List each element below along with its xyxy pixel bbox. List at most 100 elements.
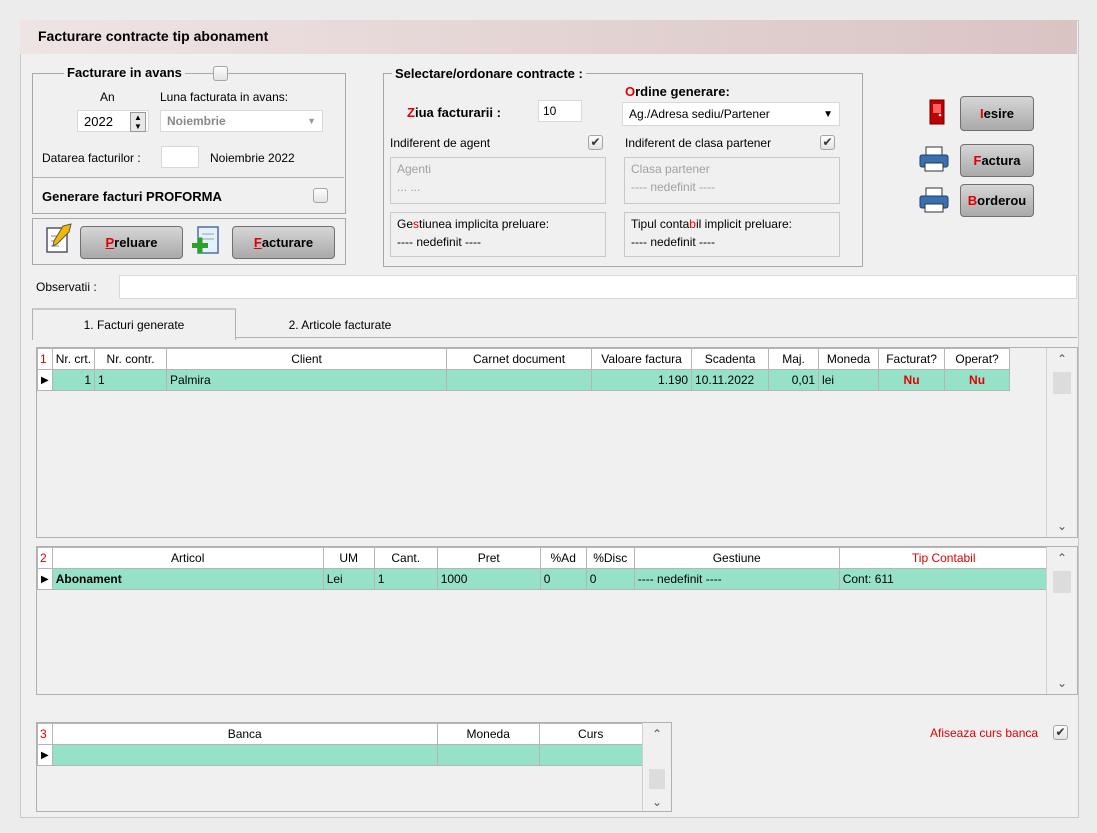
column-header[interactable]: Cant. (373, 547, 438, 569)
exit-door-icon[interactable] (925, 97, 949, 127)
column-header[interactable]: Valoare factura (591, 348, 693, 370)
cell[interactable]: Nu (944, 369, 1011, 391)
preluare-button[interactable]: Preluare (80, 226, 183, 259)
column-header[interactable]: Curs (538, 723, 643, 745)
cell[interactable] (446, 369, 593, 391)
luna-select[interactable]: Noiembrie ▼ (160, 110, 323, 132)
scroll-down-icon[interactable]: ⌄ (643, 795, 671, 809)
tab-articole-facturate[interactable]: 2. Articole facturate (240, 312, 440, 338)
cell[interactable]: 1 (51, 369, 96, 391)
tip-contabil-field[interactable]: Tipul contabil implicit preluare: ---- n… (624, 212, 840, 257)
ordine-label: Ordine generare: (625, 84, 730, 99)
column-header[interactable]: Tip Contabil (838, 547, 1049, 569)
luna-label: Luna facturata in avans: (160, 90, 289, 104)
selectare-group-label: Selectare/ordonare contracte : (392, 66, 586, 81)
an-spinner[interactable]: 2022 ▲ ▼ (77, 110, 149, 132)
scroll-thumb[interactable] (1053, 372, 1071, 394)
row-pointer-icon: ▶ (37, 568, 53, 590)
cell[interactable]: 1.190 (591, 369, 693, 391)
avans-checkbox[interactable] (213, 66, 228, 81)
iesire-button[interactable]: Iesire (960, 96, 1034, 131)
cell[interactable]: 1 (373, 568, 438, 590)
datarea-field[interactable] (161, 146, 199, 168)
cell[interactable]: Abonament (51, 568, 324, 590)
scroll-down-icon[interactable]: ⌄ (1047, 676, 1077, 690)
facturi-table: 1 Nr. crt. Nr. contr. Client Carnet docu… (37, 348, 1011, 391)
column-header[interactable]: %Ad (539, 547, 587, 569)
cell[interactable]: Nu (878, 369, 946, 391)
cell[interactable]: lei (818, 369, 880, 391)
column-header[interactable]: Moneda (436, 723, 540, 745)
cell[interactable]: ---- nedefinit ---- (633, 568, 840, 590)
gestiune-value: ---- nedefinit ---- (397, 235, 482, 249)
indif-clasa-label: Indiferent de clasa partener (625, 136, 772, 150)
table-row[interactable]: ▶ 1 1 Palmira 1.190 10.11.2022 0,01 lei … (37, 369, 1011, 391)
cell[interactable]: 0 (585, 568, 635, 590)
column-header[interactable]: Facturat? (878, 348, 946, 370)
cell[interactable]: 10.11.2022 (691, 369, 770, 391)
cell[interactable]: Cont: 611 (838, 568, 1049, 590)
column-header[interactable]: Nr. contr. (94, 348, 168, 370)
column-header[interactable]: Client (166, 348, 448, 370)
spinner-arrows-icon[interactable]: ▲ ▼ (130, 112, 146, 132)
gestiune-label: Gestiunea implicita preluare: (397, 217, 549, 231)
table-row[interactable]: ▶ Abonament Lei 1 1000 0 0 ---- nedefini… (37, 568, 1049, 590)
cell[interactable] (538, 744, 643, 766)
gestiune-field[interactable]: Gestiunea implicita preluare: ---- nedef… (390, 212, 606, 257)
factura-button[interactable]: Factura (960, 144, 1034, 177)
column-header[interactable]: UM (322, 547, 375, 569)
indif-agent-checkbox[interactable]: ✔ (588, 135, 603, 150)
cell[interactable]: 0,01 (768, 369, 820, 391)
cell[interactable]: Palmira (166, 369, 448, 391)
cell[interactable]: 0 (539, 568, 587, 590)
observatii-input[interactable] (119, 275, 1077, 299)
tab-facturi-generate[interactable]: 1. Facturi generate (32, 308, 236, 340)
column-header[interactable]: Maj. (768, 348, 820, 370)
cell[interactable]: 1000 (436, 568, 541, 590)
ordine-select[interactable]: Ag./Adresa sediu/Partener ▼ (622, 102, 840, 126)
cell[interactable] (51, 744, 438, 766)
printer-icon[interactable] (917, 185, 951, 215)
banca-table: 3 Banca Moneda Curs ▶ (37, 723, 643, 766)
cell[interactable] (436, 744, 540, 766)
vertical-scrollbar[interactable]: ⌃ ⌄ (1046, 547, 1077, 694)
iesire-label: esire (983, 106, 1014, 121)
table-row[interactable]: ▶ (37, 744, 643, 766)
column-header[interactable]: Gestiune (633, 547, 840, 569)
column-header[interactable]: Scadenta (691, 348, 770, 370)
new-document-icon[interactable] (190, 224, 224, 260)
chevron-down-icon: ▼ (823, 108, 833, 120)
cell[interactable]: 1 (94, 369, 168, 391)
proforma-checkbox[interactable] (313, 188, 328, 203)
scroll-up-icon[interactable]: ⌃ (1047, 551, 1077, 565)
scroll-thumb[interactable] (649, 769, 665, 789)
borderou-hotkey: B (967, 193, 978, 208)
clasa-field[interactable]: Clasa partener ---- nedefinit ---- (624, 157, 840, 204)
column-header[interactable]: %Disc (585, 547, 635, 569)
afiseaza-checkbox[interactable]: ✔ (1053, 725, 1068, 740)
column-header[interactable]: Pret (436, 547, 541, 569)
scroll-thumb[interactable] (1053, 571, 1071, 593)
scroll-up-icon[interactable]: ⌃ (643, 727, 671, 741)
column-header[interactable]: Nr. crt. (51, 348, 96, 370)
ziua-input[interactable]: 10 (538, 100, 582, 122)
cell[interactable]: Lei (322, 568, 375, 590)
facturare-button[interactable]: Facturare (232, 226, 335, 259)
vertical-scrollbar[interactable]: ⌃ ⌄ (642, 723, 671, 811)
edit-note-icon[interactable] (41, 222, 75, 256)
borderou-button[interactable]: Borderou (960, 184, 1034, 217)
datarea-label: Datarea facturilor : (42, 151, 141, 165)
column-header[interactable]: Articol (51, 547, 324, 569)
column-header[interactable]: Banca (51, 723, 438, 745)
divider (33, 177, 344, 178)
scroll-up-icon[interactable]: ⌃ (1047, 352, 1077, 366)
indif-clasa-checkbox[interactable]: ✔ (820, 135, 835, 150)
vertical-scrollbar[interactable]: ⌃ ⌄ (1046, 348, 1077, 537)
column-header[interactable]: Carnet document (446, 348, 593, 370)
column-header[interactable]: Operat? (944, 348, 1011, 370)
printer-icon[interactable] (917, 144, 951, 174)
column-header[interactable]: Moneda (818, 348, 880, 370)
table-header: 1 Nr. crt. Nr. contr. Client Carnet docu… (37, 348, 1011, 370)
scroll-down-icon[interactable]: ⌄ (1047, 519, 1077, 533)
agenti-field[interactable]: Agenti ... ... (390, 157, 606, 204)
